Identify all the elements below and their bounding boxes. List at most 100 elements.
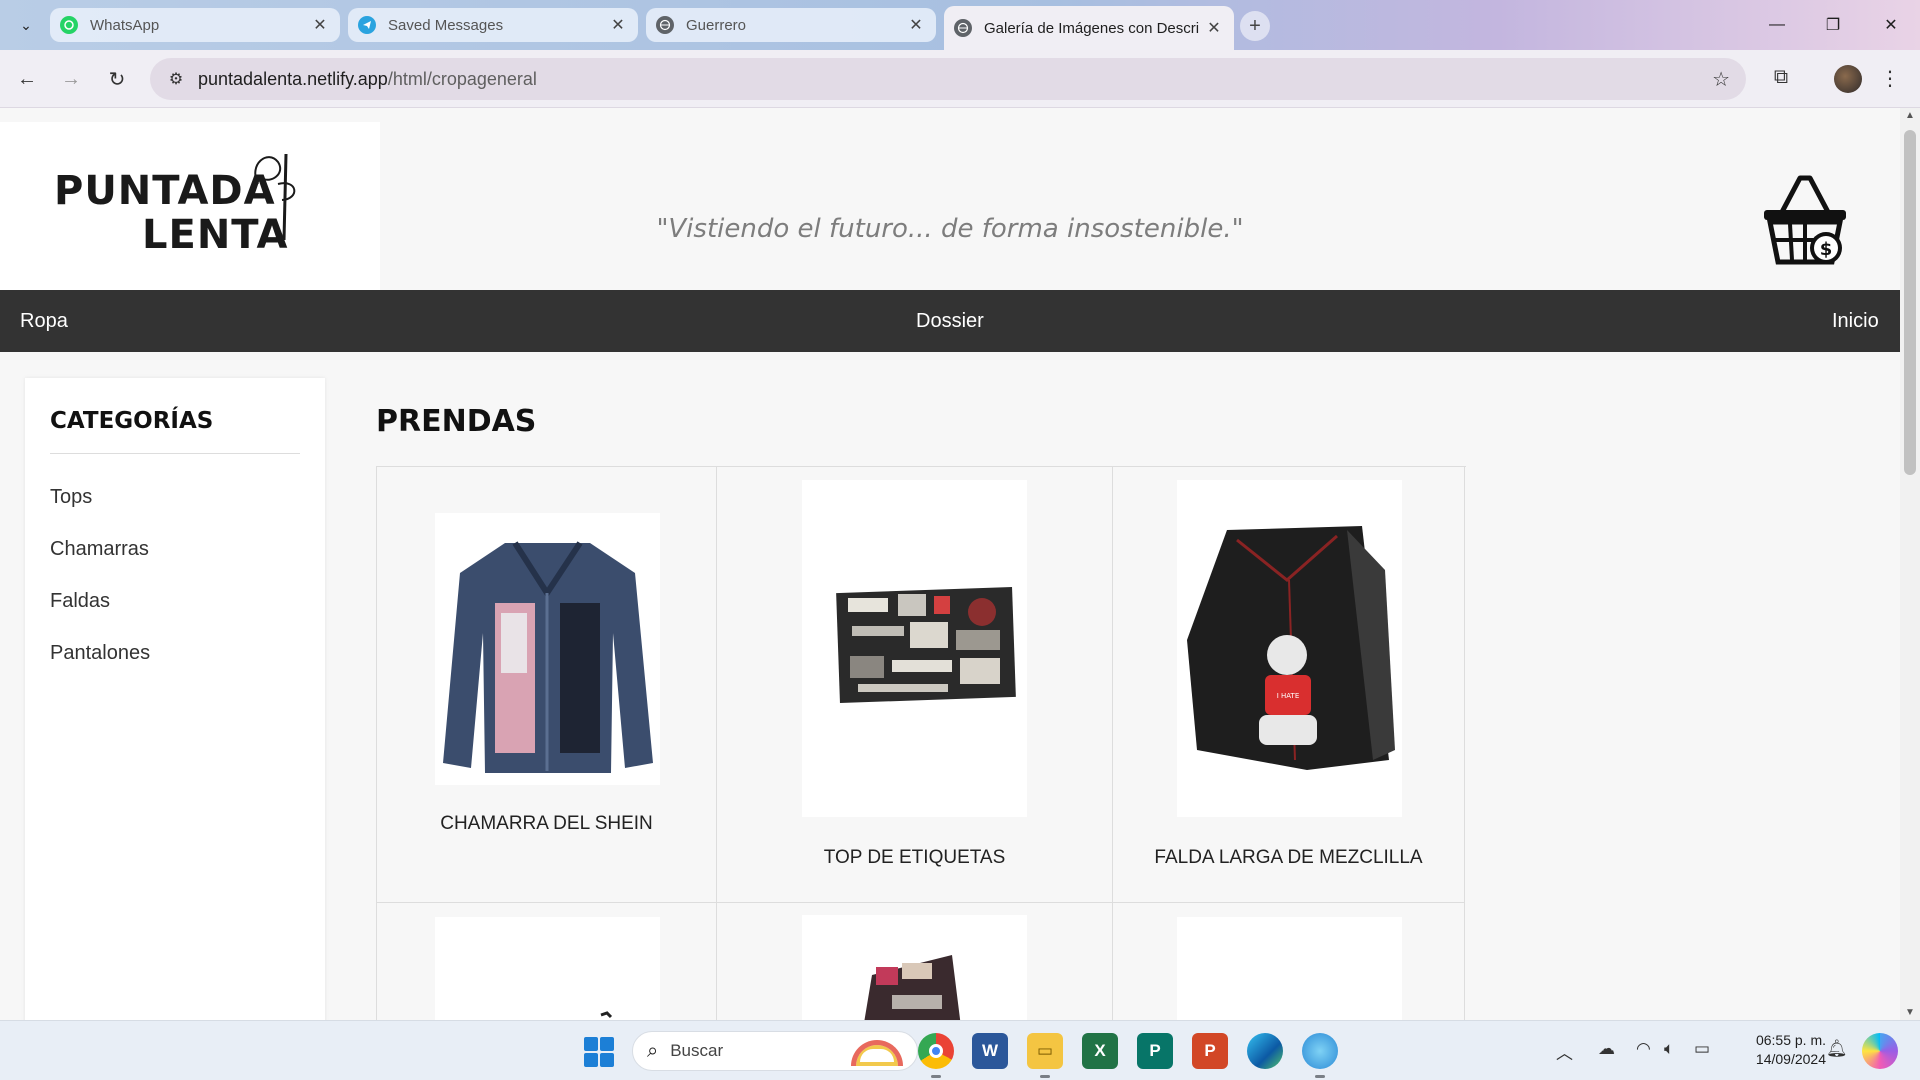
shopping-basket-dollar-icon[interactable]: $ — [1760, 172, 1850, 268]
address-bar[interactable]: ⚙ puntadalenta.netlify.app/html/cropagen… — [150, 58, 1746, 100]
tab-whatsapp[interactable]: WhatsApp ✕ — [50, 8, 340, 42]
battery-icon[interactable]: ▭ — [1694, 1039, 1710, 1059]
url-text: puntadalenta.netlify.app/html/cropagener… — [198, 68, 537, 89]
clock-date: 14/09/2024 — [1755, 1051, 1826, 1067]
product-card[interactable] — [1113, 903, 1465, 1020]
main-nav-bar: Ropa Dossier Inicio — [0, 290, 1900, 352]
windows-start-icon[interactable] — [584, 1037, 614, 1067]
whatsapp-icon — [60, 16, 78, 34]
file-explorer-icon[interactable]: ▭ — [1027, 1033, 1063, 1069]
browser-toolbar: ← → ↻ ⚙ puntadalenta.netlify.app/html/cr… — [0, 50, 1920, 108]
site-info-icon[interactable]: ⚙ — [154, 69, 198, 89]
divider — [50, 453, 300, 454]
tab-title: Galería de Imágenes con Descri — [984, 19, 1200, 37]
close-window-icon[interactable]: ✕ — [1876, 12, 1906, 38]
product-card[interactable]: I HATE FALDA LARGA DE MEZCLILLA — [1113, 467, 1465, 903]
restore-icon[interactable]: ❐ — [1818, 12, 1848, 38]
scroll-up-arrow-icon[interactable]: ▲ — [1900, 110, 1920, 121]
svg-text:I HATE: I HATE — [1277, 692, 1300, 700]
tab-galeria-active[interactable]: Galería de Imágenes con Descri ✕ — [944, 6, 1234, 50]
tab-title: Saved Messages — [388, 16, 504, 34]
wifi-icon[interactable]: ◠ — [1636, 1039, 1651, 1059]
site-logo[interactable]: PUNTADA LENTA — [0, 122, 380, 290]
product-name: TOP DE ETIQUETAS — [823, 847, 1006, 868]
search-placeholder: Buscar — [670, 1041, 724, 1060]
nav-link-inicio[interactable]: Inicio — [1832, 310, 1879, 333]
logo-text-line1: PUNTADA — [54, 168, 276, 214]
close-icon[interactable]: ✕ — [310, 15, 330, 35]
tab-title: WhatsApp — [90, 16, 160, 34]
category-link-pantalones[interactable]: Pantalones — [50, 642, 150, 665]
bookmark-star-icon[interactable]: ☆ — [1712, 67, 1730, 92]
globe-icon — [954, 19, 972, 37]
notification-bell-icon[interactable]: 🔔︎ — [1826, 1039, 1848, 1059]
tab-guerrero[interactable]: Guerrero ✕ — [646, 8, 936, 42]
svg-text:$: $ — [1820, 239, 1833, 260]
windows-taskbar: ⌕ Buscar W ▭ X P P ︿ ☁ ◠ 🔈︎ ▭ 06:55 p. m… — [0, 1020, 1920, 1080]
word-icon[interactable]: W — [972, 1033, 1008, 1069]
globe-icon — [656, 16, 674, 34]
excel-icon[interactable]: X — [1082, 1033, 1118, 1069]
site-header: PUNTADA LENTA "Vistiendo el futuro... de… — [0, 122, 1900, 290]
extensions-puzzle-icon[interactable]: ⧉ — [1768, 66, 1794, 92]
telegram-icon — [358, 16, 376, 34]
product-card[interactable]: TOP DE ETIQUETAS — [717, 467, 1113, 903]
copilot-icon[interactable] — [1862, 1033, 1898, 1069]
chrome-icon[interactable] — [918, 1033, 954, 1069]
publisher-icon[interactable]: P — [1137, 1033, 1173, 1069]
close-icon[interactable]: ✕ — [1204, 18, 1224, 38]
site-slogan: "Vistiendo el futuro... de forma insoste… — [656, 214, 1244, 244]
new-tab-button[interactable]: + — [1240, 11, 1270, 41]
clock-time: 06:55 p. m. — [1755, 1032, 1826, 1048]
globe-app-icon[interactable] — [1302, 1033, 1338, 1069]
browser-tab-strip: ⌄ WhatsApp ✕ Saved Messages ✕ Guerrero ✕… — [0, 0, 1920, 50]
rainbow-decoration-icon — [851, 1040, 903, 1066]
close-icon[interactable]: ✕ — [906, 15, 926, 35]
taskbar-clock[interactable]: 06:55 p. m. 14/09/2024 — [1730, 1031, 1826, 1069]
product-grid: CHAMARRA DEL SHEIN TOP DE ETIQUETAS I HA… — [376, 466, 1466, 1020]
onedrive-cloud-icon[interactable]: ☁ — [1598, 1039, 1615, 1059]
category-link-tops[interactable]: Tops — [50, 486, 92, 509]
active-app-indicator — [931, 1075, 941, 1078]
category-link-faldas[interactable]: Faldas — [50, 590, 110, 613]
search-icon: ⌕ — [647, 1039, 659, 1062]
minimize-icon[interactable]: — — [1762, 12, 1792, 38]
category-link-chamarras[interactable]: Chamarras — [50, 538, 149, 561]
categories-sidebar: CATEGORÍAS Tops Chamarras Faldas Pantalo… — [25, 378, 325, 1020]
chevron-up-icon[interactable]: ︿ — [1556, 1039, 1573, 1064]
profile-avatar[interactable] — [1834, 65, 1862, 93]
product-name: CHAMARRA DEL SHEIN — [440, 813, 653, 834]
menu-kebab-icon[interactable]: ⋮ — [1880, 66, 1900, 91]
active-app-indicator — [1315, 1075, 1325, 1078]
volume-icon[interactable]: 🔈︎ — [1664, 1039, 1674, 1059]
page-scrollbar[interactable]: ▲ ▼ — [1900, 108, 1920, 1020]
close-icon[interactable]: ✕ — [608, 15, 628, 35]
tab-search-button[interactable]: ⌄ — [12, 11, 40, 39]
nav-link-dossier[interactable]: Dossier — [916, 310, 984, 333]
tab-saved-messages[interactable]: Saved Messages ✕ — [348, 8, 638, 42]
page-viewport: PUNTADA LENTA "Vistiendo el futuro... de… — [0, 108, 1900, 1020]
product-photo[interactable] — [802, 915, 1027, 1020]
scrollbar-thumb[interactable] — [1904, 130, 1916, 475]
black-denim-skirt-photo[interactable]: I HATE — [1177, 480, 1402, 817]
product-card[interactable]: CHAMARRA DEL SHEIN — [377, 467, 717, 903]
powerpoint-icon[interactable]: P — [1192, 1033, 1228, 1069]
nav-link-ropa[interactable]: Ropa — [20, 310, 68, 333]
active-app-indicator — [1040, 1075, 1050, 1078]
forward-arrow-icon[interactable]: → — [56, 64, 86, 94]
back-arrow-icon[interactable]: ← — [12, 64, 42, 94]
reload-icon[interactable]: ↻ — [102, 64, 132, 94]
product-card[interactable] — [377, 903, 717, 1020]
taskbar-search-box[interactable]: ⌕ Buscar — [632, 1031, 918, 1071]
page-title: PRENDAS — [376, 404, 537, 439]
product-photo[interactable] — [1177, 917, 1402, 1020]
label-patchwork-top-photo[interactable] — [802, 480, 1027, 817]
denim-jacket-photo[interactable] — [435, 513, 660, 785]
product-card[interactable] — [717, 903, 1113, 1020]
product-name: FALDA LARGA DE MEZCLILLA — [1154, 847, 1423, 868]
edge-icon[interactable] — [1247, 1033, 1283, 1069]
scroll-down-arrow-icon[interactable]: ▼ — [1900, 1007, 1920, 1018]
sidebar-title: CATEGORÍAS — [50, 408, 214, 434]
product-photo[interactable] — [435, 917, 660, 1020]
tab-title: Guerrero — [686, 16, 747, 34]
